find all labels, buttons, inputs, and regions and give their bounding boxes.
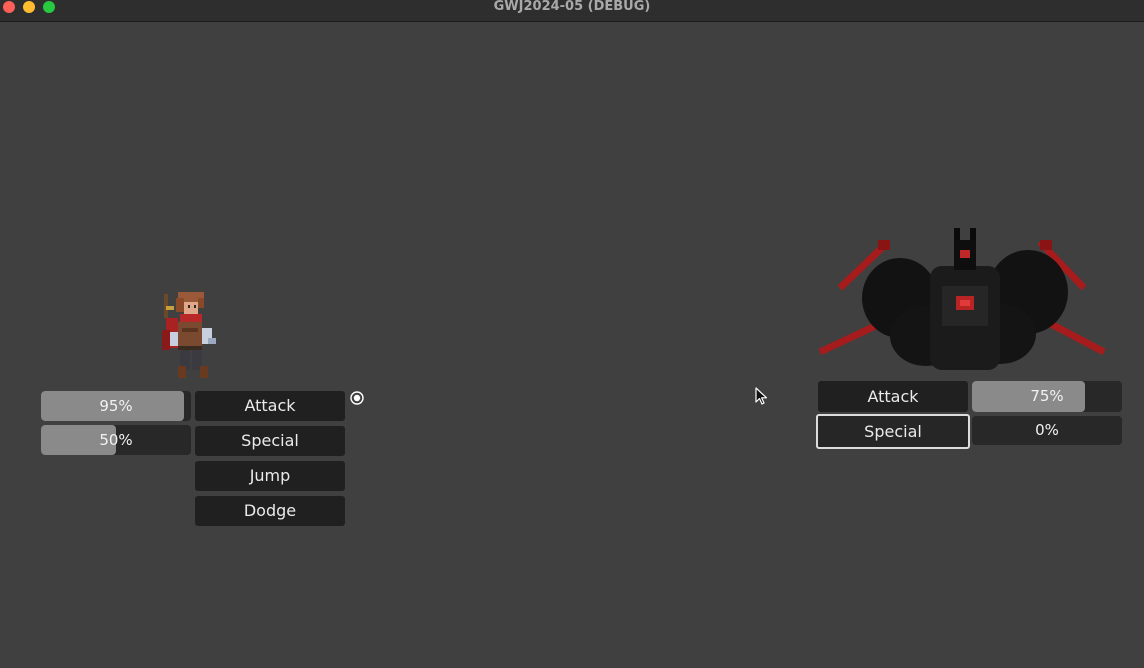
- player-dodge-button[interactable]: Dodge: [195, 496, 345, 526]
- enemy-special-button[interactable]: Special: [816, 414, 970, 449]
- adventurer-sprite: [162, 292, 216, 378]
- player-special-label: 50%: [99, 431, 133, 449]
- player-health-bar: 95%: [41, 391, 191, 421]
- window-titlebar[interactable]: GWJ2024-05 (DEBUG): [0, 0, 1144, 22]
- enemy-health-label: 75%: [1030, 387, 1064, 405]
- enemy-attack-button[interactable]: Attack: [818, 381, 968, 412]
- mouse-pointer-icon: [755, 387, 768, 405]
- enemy-health-bar: 75%: [972, 381, 1122, 412]
- player-special-button[interactable]: Special: [195, 426, 345, 456]
- player-attack-button[interactable]: Attack: [195, 391, 345, 421]
- window-title: GWJ2024-05 (DEBUG): [493, 0, 651, 14]
- player-special-bar: 50%: [41, 425, 191, 455]
- player-jump-button[interactable]: Jump: [195, 461, 345, 491]
- enemy-special-bar: 0%: [972, 416, 1122, 445]
- target-icon: [350, 391, 364, 405]
- player-health-label: 95%: [99, 397, 133, 415]
- winged-demon-sprite: [818, 228, 1106, 370]
- enemy-special-label: 0%: [1035, 421, 1059, 439]
